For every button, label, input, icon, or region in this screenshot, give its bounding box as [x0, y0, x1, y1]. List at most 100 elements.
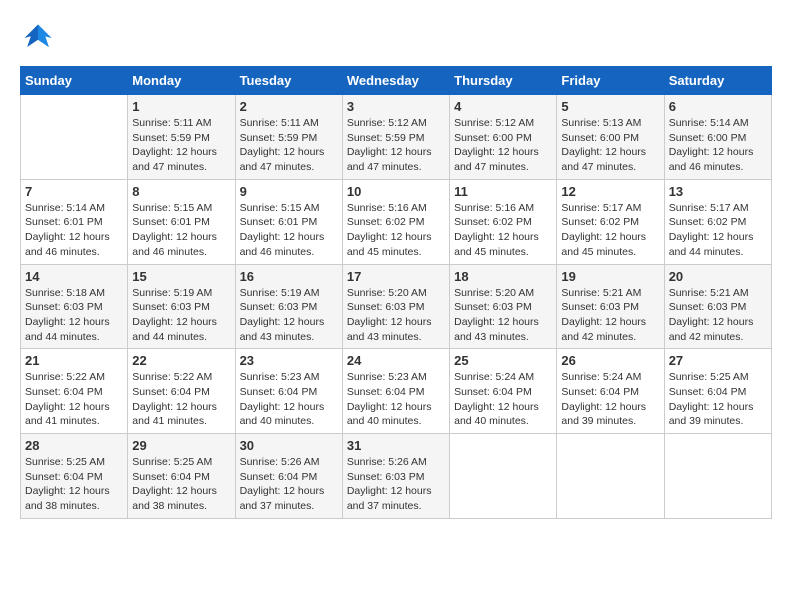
day-number: 3 — [347, 99, 445, 114]
day-number: 2 — [240, 99, 338, 114]
day-info: Sunrise: 5:21 AM Sunset: 6:03 PM Dayligh… — [669, 286, 767, 345]
day-info: Sunrise: 5:20 AM Sunset: 6:03 PM Dayligh… — [454, 286, 552, 345]
calendar-cell: 10Sunrise: 5:16 AM Sunset: 6:02 PM Dayli… — [342, 179, 449, 264]
day-number: 28 — [25, 438, 123, 453]
day-info: Sunrise: 5:26 AM Sunset: 6:03 PM Dayligh… — [347, 455, 445, 514]
weekday-header-thursday: Thursday — [450, 67, 557, 95]
weekday-header-friday: Friday — [557, 67, 664, 95]
calendar-cell: 29Sunrise: 5:25 AM Sunset: 6:04 PM Dayli… — [128, 434, 235, 519]
day-number: 22 — [132, 353, 230, 368]
day-info: Sunrise: 5:13 AM Sunset: 6:00 PM Dayligh… — [561, 116, 659, 175]
weekday-header-row: SundayMondayTuesdayWednesdayThursdayFrid… — [21, 67, 772, 95]
weekday-header-monday: Monday — [128, 67, 235, 95]
day-info: Sunrise: 5:23 AM Sunset: 6:04 PM Dayligh… — [347, 370, 445, 429]
day-number: 27 — [669, 353, 767, 368]
day-info: Sunrise: 5:25 AM Sunset: 6:04 PM Dayligh… — [25, 455, 123, 514]
calendar-week-row: 1 Sunrise: 5:11 AM Sunset: 5:59 PM Daylig… — [21, 95, 772, 180]
day-info: Sunrise: 5:16 AM Sunset: 6:02 PM Dayligh… — [454, 201, 552, 260]
day-number: 26 — [561, 353, 659, 368]
calendar-cell: 17 Sunrise: 5:20 AM Sunset: 6:03 PM Dayli… — [342, 264, 449, 349]
day-number: 1 — [132, 99, 230, 114]
day-number: 23 — [240, 353, 338, 368]
calendar-table: SundayMondayTuesdayWednesdayThursdayFrid… — [20, 66, 772, 519]
day-info: Sunrise: 5:11 AM Sunset: 5:59 PM Dayligh… — [240, 116, 338, 175]
day-number: 9 — [240, 184, 338, 199]
day-number: 19 — [561, 269, 659, 284]
calendar-cell — [21, 95, 128, 180]
day-number: 7 — [25, 184, 123, 199]
calendar-cell — [664, 434, 771, 519]
calendar-cell: 18 Sunrise: 5:20 AM Sunset: 6:03 PM Dayli… — [450, 264, 557, 349]
day-info: Sunrise: 5:24 AM Sunset: 6:04 PM Dayligh… — [561, 370, 659, 429]
day-info: Sunrise: 5:19 AM Sunset: 6:03 PM Dayligh… — [132, 286, 230, 345]
day-info: Sunrise: 5:19 AM Sunset: 6:03 PM Dayligh… — [240, 286, 338, 345]
calendar-cell: 25Sunrise: 5:24 AM Sunset: 6:04 PM Dayli… — [450, 349, 557, 434]
calendar-cell: 31Sunrise: 5:26 AM Sunset: 6:03 PM Dayli… — [342, 434, 449, 519]
day-number: 17 — [347, 269, 445, 284]
day-info: Sunrise: 5:17 AM Sunset: 6:02 PM Dayligh… — [669, 201, 767, 260]
day-number: 14 — [25, 269, 123, 284]
calendar-cell: 12 Sunrise: 5:17 AM Sunset: 6:02 PM Dayli… — [557, 179, 664, 264]
day-number: 5 — [561, 99, 659, 114]
day-number: 24 — [347, 353, 445, 368]
calendar-cell: 22Sunrise: 5:22 AM Sunset: 6:04 PM Dayli… — [128, 349, 235, 434]
day-info: Sunrise: 5:17 AM Sunset: 6:02 PM Dayligh… — [561, 201, 659, 260]
calendar-cell: 16 Sunrise: 5:19 AM Sunset: 6:03 PM Dayli… — [235, 264, 342, 349]
calendar-cell: 6Sunrise: 5:14 AM Sunset: 6:00 PM Daylig… — [664, 95, 771, 180]
calendar-cell: 5 Sunrise: 5:13 AM Sunset: 6:00 PM Daylig… — [557, 95, 664, 180]
calendar-cell — [450, 434, 557, 519]
calendar-cell: 27 Sunrise: 5:25 AM Sunset: 6:04 PM Dayli… — [664, 349, 771, 434]
calendar-cell: 15 Sunrise: 5:19 AM Sunset: 6:03 PM Dayli… — [128, 264, 235, 349]
day-number: 4 — [454, 99, 552, 114]
day-info: Sunrise: 5:25 AM Sunset: 6:04 PM Dayligh… — [669, 370, 767, 429]
calendar-cell: 23 Sunrise: 5:23 AM Sunset: 6:04 PM Dayli… — [235, 349, 342, 434]
calendar-cell: 26 Sunrise: 5:24 AM Sunset: 6:04 PM Dayli… — [557, 349, 664, 434]
day-number: 21 — [25, 353, 123, 368]
calendar-cell: 1 Sunrise: 5:11 AM Sunset: 5:59 PM Daylig… — [128, 95, 235, 180]
day-number: 16 — [240, 269, 338, 284]
day-info: Sunrise: 5:15 AM Sunset: 6:01 PM Dayligh… — [132, 201, 230, 260]
calendar-cell — [557, 434, 664, 519]
day-number: 30 — [240, 438, 338, 453]
calendar-cell: 30 Sunrise: 5:26 AM Sunset: 6:04 PM Dayli… — [235, 434, 342, 519]
day-info: Sunrise: 5:23 AM Sunset: 6:04 PM Dayligh… — [240, 370, 338, 429]
day-info: Sunrise: 5:18 AM Sunset: 6:03 PM Dayligh… — [25, 286, 123, 345]
logo-icon — [20, 20, 56, 56]
weekday-header-tuesday: Tuesday — [235, 67, 342, 95]
calendar-cell: 2 Sunrise: 5:11 AM Sunset: 5:59 PM Daylig… — [235, 95, 342, 180]
day-number: 25 — [454, 353, 552, 368]
weekday-header-wednesday: Wednesday — [342, 67, 449, 95]
day-number: 18 — [454, 269, 552, 284]
calendar-week-row: 14 Sunrise: 5:18 AM Sunset: 6:03 PM Dayli… — [21, 264, 772, 349]
day-info: Sunrise: 5:21 AM Sunset: 6:03 PM Dayligh… — [561, 286, 659, 345]
day-info: Sunrise: 5:14 AM Sunset: 6:01 PM Dayligh… — [25, 201, 123, 260]
day-info: Sunrise: 5:11 AM Sunset: 5:59 PM Dayligh… — [132, 116, 230, 175]
calendar-cell: 9Sunrise: 5:15 AM Sunset: 6:01 PM Daylig… — [235, 179, 342, 264]
page-header — [20, 20, 772, 56]
logo — [20, 20, 60, 56]
day-info: Sunrise: 5:22 AM Sunset: 6:04 PM Dayligh… — [25, 370, 123, 429]
calendar-cell: 24 Sunrise: 5:23 AM Sunset: 6:04 PM Dayli… — [342, 349, 449, 434]
calendar-cell: 14 Sunrise: 5:18 AM Sunset: 6:03 PM Dayli… — [21, 264, 128, 349]
day-info: Sunrise: 5:12 AM Sunset: 6:00 PM Dayligh… — [454, 116, 552, 175]
calendar-cell: 3 Sunrise: 5:12 AM Sunset: 5:59 PM Daylig… — [342, 95, 449, 180]
calendar-cell: 28 Sunrise: 5:25 AM Sunset: 6:04 PM Dayli… — [21, 434, 128, 519]
day-info: Sunrise: 5:12 AM Sunset: 5:59 PM Dayligh… — [347, 116, 445, 175]
day-number: 8 — [132, 184, 230, 199]
weekday-header-saturday: Saturday — [664, 67, 771, 95]
weekday-header-sunday: Sunday — [21, 67, 128, 95]
calendar-cell: 20 Sunrise: 5:21 AM Sunset: 6:03 PM Dayli… — [664, 264, 771, 349]
day-number: 11 — [454, 184, 552, 199]
day-number: 20 — [669, 269, 767, 284]
calendar-week-row: 7 Sunrise: 5:14 AM Sunset: 6:01 PM Daylig… — [21, 179, 772, 264]
day-number: 29 — [132, 438, 230, 453]
calendar-cell: 13 Sunrise: 5:17 AM Sunset: 6:02 PM Dayli… — [664, 179, 771, 264]
day-number: 13 — [669, 184, 767, 199]
day-info: Sunrise: 5:20 AM Sunset: 6:03 PM Dayligh… — [347, 286, 445, 345]
day-info: Sunrise: 5:26 AM Sunset: 6:04 PM Dayligh… — [240, 455, 338, 514]
calendar-cell: 19 Sunrise: 5:21 AM Sunset: 6:03 PM Dayli… — [557, 264, 664, 349]
day-number: 12 — [561, 184, 659, 199]
day-number: 15 — [132, 269, 230, 284]
calendar-week-row: 21 Sunrise: 5:22 AM Sunset: 6:04 PM Dayli… — [21, 349, 772, 434]
calendar-cell: 7 Sunrise: 5:14 AM Sunset: 6:01 PM Daylig… — [21, 179, 128, 264]
